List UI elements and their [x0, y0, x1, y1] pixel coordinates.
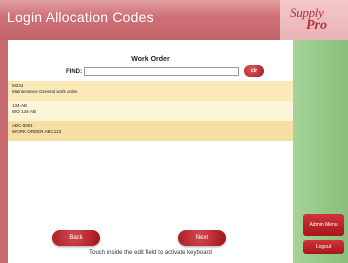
- admin-menu-button[interactable]: Admin Menu: [303, 214, 344, 236]
- main-panel: Work Order FIND: clr M234 Maintenance Ge…: [8, 40, 293, 263]
- item-description: WO 134-AB: [12, 109, 37, 114]
- list-item[interactable]: M234 Maintenance General work order: [8, 81, 293, 101]
- next-button[interactable]: Next: [178, 230, 226, 246]
- header-bar: Login Allocation Codes Supply Pro: [0, 0, 348, 40]
- logo-line2: Pro: [306, 18, 327, 33]
- panel-title: Work Order: [131, 56, 170, 63]
- item-description: Maintenance General work order: [12, 89, 78, 94]
- keyboard-hint: Touch inside the edit field to activate …: [89, 250, 212, 256]
- supply-pro-logo: Supply Pro: [280, 0, 348, 40]
- left-border: [0, 40, 8, 263]
- clear-button[interactable]: clr: [244, 65, 264, 77]
- find-label: FIND:: [66, 69, 82, 75]
- page-title: Login Allocation Codes: [7, 9, 154, 25]
- work-order-list: M234 Maintenance General work order 134-…: [8, 81, 293, 263]
- logout-button[interactable]: Logout: [303, 240, 344, 254]
- item-description: WORK ORDER ABC123: [12, 129, 62, 134]
- list-item[interactable]: ABC-0001 WORK ORDER ABC123: [8, 121, 293, 141]
- find-input[interactable]: [84, 67, 239, 76]
- app-screen: Login Allocation Codes Supply Pro Work O…: [0, 0, 348, 263]
- back-button[interactable]: Back: [52, 230, 100, 246]
- list-item[interactable]: 134-AB WO 134-AB: [8, 101, 293, 121]
